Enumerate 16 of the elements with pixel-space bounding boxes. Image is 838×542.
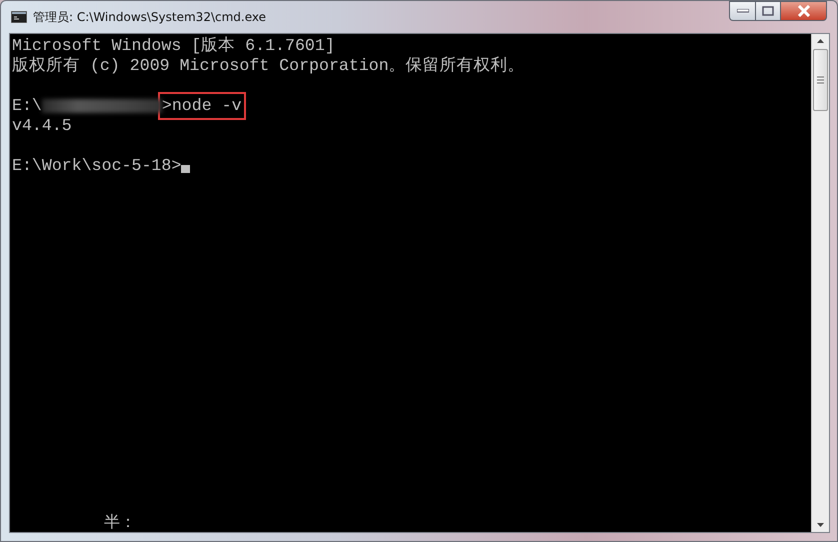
maximize-button[interactable]: [755, 1, 781, 21]
close-icon: [796, 5, 810, 17]
console-line: v4.4.5: [12, 116, 72, 136]
scroll-thumb[interactable]: [813, 49, 828, 111]
window-title: 管理员: C:\Windows\System32\cmd.exe: [33, 8, 267, 26]
console-icon: [11, 11, 27, 23]
console-line: Microsoft Windows [版本 6.1.7601]: [12, 36, 335, 56]
prompt-text: E:\: [12, 96, 42, 116]
console-line: 版权所有 (c) 2009 Microsoft Corporation。保留所有权利。: [12, 56, 525, 76]
prompt-text: E:\Work\soc-5-18>: [12, 156, 182, 176]
minimize-button[interactable]: [729, 1, 755, 21]
close-button[interactable]: [781, 1, 827, 21]
minimize-icon: [736, 9, 748, 13]
scrollbar[interactable]: [811, 34, 829, 532]
ime-status: 半：: [104, 512, 136, 531]
maximize-icon: [762, 6, 774, 16]
